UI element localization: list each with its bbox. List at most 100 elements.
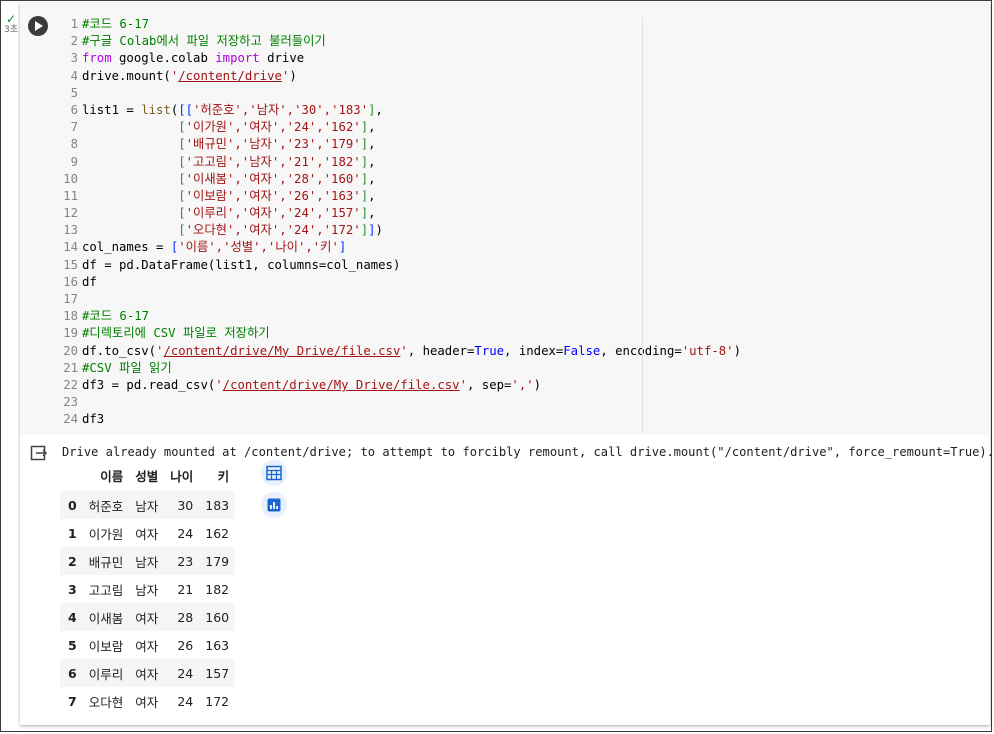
code-token: ' — [215, 377, 223, 392]
code-text: df3 — [82, 411, 104, 428]
code-line[interactable]: 23 — [58, 394, 644, 411]
code-token: , — [368, 188, 376, 203]
code-token: '이가원','여자','24','162' — [185, 120, 361, 135]
code-token: [ — [178, 171, 186, 186]
table-cell: 오다현 — [88, 694, 124, 710]
code-token: , index= — [504, 343, 564, 358]
code-token: #디렉토리에 CSV 파일로 저장하기 — [82, 326, 270, 341]
table-cell: 172 — [205, 693, 230, 709]
code-line[interactable]: 1 #코드 6-17 — [58, 16, 644, 33]
line-number: 21 — [63, 360, 78, 375]
code-line[interactable]: 17 — [58, 291, 644, 308]
code-line[interactable]: 20 df.to_csv('/content/drive/My Drive/fil… — [58, 343, 741, 360]
code-text: ['이보람','여자','26','163'], — [82, 188, 376, 205]
code-line[interactable]: 8 ['배규민','남자','23','179'], — [58, 136, 644, 153]
code-token: #CSV 파일 읽기 — [82, 360, 172, 375]
table-cell: 182 — [205, 581, 230, 597]
code-line[interactable]: 24 df3 — [58, 411, 644, 428]
code-line[interactable]: 7 ['이가원','여자','24','162'], — [58, 119, 644, 136]
code-line[interactable]: 14 col_names = ['이름','성별','나이','키'] — [58, 239, 644, 256]
code-token: ] — [360, 188, 369, 203]
table-cell: 160 — [205, 609, 230, 625]
path-link: /content/drive/My Drive/file.csv — [222, 377, 460, 392]
code-line[interactable]: 4 drive.mount('/content/drive') — [58, 68, 644, 85]
code-token: ] — [360, 154, 369, 169]
code-text: from google.colab import drive — [82, 50, 304, 67]
code-text: #코드 6-17 — [82, 308, 149, 325]
code-text: #구글 Colab에서 파일 저장하고 불러들이기 — [82, 33, 326, 50]
line-number: 12 — [63, 206, 78, 221]
code-text: df — [82, 274, 97, 291]
code-token: , — [368, 171, 376, 186]
code-token: ] — [360, 120, 369, 135]
line-number: 19 — [63, 326, 78, 341]
code-token: #구글 Colab에서 파일 저장하고 불러들이기 — [82, 34, 326, 49]
code-line[interactable]: 15 df = pd.DataFrame(list1, columns=col_n… — [58, 257, 644, 274]
code-text: ['이새봄','여자','28','160'], — [82, 171, 376, 188]
line-number: 3 — [70, 51, 78, 66]
line-number: 5 — [70, 85, 78, 100]
code-cell[interactable]: 1 #코드 6-17 2 #구글 Colab에서 파일 저장하고 불러들이기 3 from… — [20, 3, 994, 725]
code-token: '이보람','여자','26','163' — [185, 188, 361, 203]
table-cell: 24 — [177, 693, 194, 709]
code-text: ['배규민','남자','23','179'], — [82, 136, 375, 153]
code-line[interactable]: 13 ['오다현','여자','24','172']]) — [58, 222, 644, 239]
table-cell: 이보람 — [88, 638, 124, 654]
code-text: ['고고림','남자','21','182'], — [82, 154, 375, 171]
code-line[interactable]: 22 df3 = pd.read_csv('/content/drive/My D… — [58, 377, 644, 394]
code-token: ' — [459, 377, 467, 392]
line-number: 11 — [63, 188, 78, 203]
row-index: 2 — [68, 553, 77, 569]
code-line[interactable]: 3 from google.colab import drive — [58, 50, 644, 67]
code-line[interactable]: 18 #코드 6-17 — [58, 308, 644, 325]
code-token: '이루리','여자','24','157' — [185, 206, 361, 221]
table-cell: 여자 — [135, 694, 159, 710]
code-token: ) — [533, 377, 542, 392]
code-token: from — [82, 51, 112, 66]
code-token: [ — [178, 188, 186, 203]
line-number: 9 — [70, 154, 78, 169]
line-number: 24 — [63, 412, 78, 427]
line-number: 10 — [63, 171, 78, 186]
code-line[interactable]: 11 ['이보람','여자','26','163'], — [58, 188, 644, 205]
output-arrow-icon[interactable] — [30, 444, 48, 462]
code-token: list1 = — [82, 102, 142, 117]
code-token: ) — [733, 343, 741, 358]
code-line[interactable]: 21 #CSV 파일 읽기 — [58, 360, 644, 377]
code-token: [ — [178, 120, 186, 135]
code-line[interactable]: 19 #디렉토리에 CSV 파일로 저장하기 — [58, 325, 644, 342]
code-token: df.to_csv( — [82, 343, 157, 358]
table-cell: 157 — [205, 665, 230, 681]
code-text: col_names = ['이름','성별','나이','키'] — [82, 239, 346, 256]
code-token: ] — [338, 240, 347, 255]
code-token: [ — [178, 137, 186, 152]
row-index: 7 — [68, 693, 77, 709]
code-token: /content/drive — [178, 69, 282, 83]
suggest-chart-button[interactable] — [261, 492, 287, 518]
line-number: 13 — [63, 223, 78, 238]
code-editor[interactable]: 1 #코드 6-17 2 #구글 Colab에서 파일 저장하고 불러들이기 3 from… — [58, 16, 741, 429]
code-line[interactable]: 2 #구글 Colab에서 파일 저장하고 불러들이기 — [58, 33, 644, 50]
code-token: ' — [400, 343, 408, 358]
code-token: df — [82, 274, 97, 289]
code-text: list1 = list([['허준호','남자','30','183'], — [82, 102, 383, 119]
table-cell: 21 — [177, 581, 194, 597]
table-view-button[interactable] — [261, 460, 287, 486]
line-number: 4 — [70, 68, 78, 83]
table-cell: 이새봄 — [88, 610, 124, 626]
code-line[interactable]: 12 ['이루리','여자','24','157'], — [58, 205, 644, 222]
code-line[interactable]: 5 — [58, 85, 644, 102]
run-cell-button[interactable] — [28, 16, 48, 36]
code-token: [ — [178, 154, 186, 169]
code-editor-area[interactable]: 1 #코드 6-17 2 #구글 Colab에서 파일 저장하고 불러들이기 3 from… — [20, 3, 990, 435]
code-line[interactable]: 9 ['고고림','남자','21','182'], — [58, 154, 644, 171]
code-line[interactable]: 6 list1 = list([['허준호','남자','30','183'], — [58, 102, 644, 119]
code-line[interactable]: 10 ['이새봄','여자','28','160'], — [58, 171, 644, 188]
code-token: ] — [360, 206, 369, 221]
code-token: ] — [360, 137, 369, 152]
path-link: /content/drive — [178, 68, 282, 83]
code-line[interactable]: 16 df — [58, 274, 644, 291]
code-token: df = pd.DataFrame(list1, columns=col_nam… — [82, 257, 401, 272]
